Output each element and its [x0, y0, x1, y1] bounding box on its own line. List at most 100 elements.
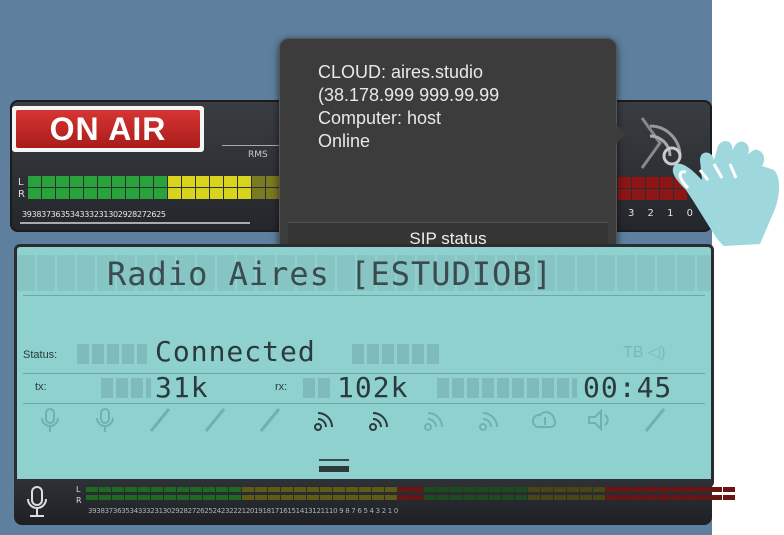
meter-segment	[307, 495, 319, 500]
meter-segment	[476, 495, 488, 500]
meter-segment	[70, 176, 83, 187]
meter-segment	[84, 188, 97, 199]
meter-segment	[252, 188, 265, 199]
meter-segment	[112, 188, 125, 199]
cloud-download-icon[interactable]	[530, 405, 560, 435]
pen-icon[interactable]	[640, 405, 670, 435]
meter-segment	[164, 487, 176, 492]
meter-segment	[177, 487, 189, 492]
meter-segment	[281, 495, 293, 500]
status-ghost-left	[77, 344, 147, 364]
speaker-icon[interactable]	[585, 405, 615, 435]
meter-segment	[385, 495, 397, 500]
meter-segment	[658, 487, 670, 492]
meter-underline	[20, 222, 250, 224]
meter-segment	[154, 176, 167, 187]
top-meter-scale: 393837363534333231302928272625	[22, 210, 166, 219]
meter-segment	[398, 495, 410, 500]
meter-segment	[242, 495, 254, 500]
meter-segment	[125, 487, 137, 492]
on-air-button[interactable]: ON AIR	[12, 106, 204, 152]
wifi-icon[interactable]	[365, 405, 395, 435]
meter-segment	[528, 487, 540, 492]
meter-segment	[84, 176, 97, 187]
lcd-indicator-block	[319, 466, 349, 472]
meter-segment	[346, 487, 358, 492]
mic-icon[interactable]	[90, 405, 120, 435]
lcd-icon-row	[35, 405, 695, 445]
status-ghost-right	[352, 344, 442, 364]
meter-segment	[190, 487, 202, 492]
meter-segment	[42, 188, 55, 199]
meter-segment	[216, 487, 228, 492]
meter-segment	[210, 188, 223, 199]
pen-icon[interactable]	[145, 405, 175, 435]
computer-line: Computer: host	[318, 108, 442, 128]
meter-segment	[294, 495, 306, 500]
meter-segment	[723, 487, 735, 492]
meter-segment	[138, 487, 150, 492]
meter-segment	[619, 487, 631, 492]
meter-segment	[684, 487, 696, 492]
status-value: Connected	[155, 335, 316, 368]
meter-segment	[476, 487, 488, 492]
mic-icon[interactable]	[35, 405, 65, 435]
meter-segment	[168, 176, 181, 187]
tooltip-text: CLOUD: aires.studio (38.178.999 999.99.9…	[318, 61, 499, 153]
cloud-line: CLOUD: aires.studio	[318, 62, 484, 82]
meter-segment	[541, 495, 553, 500]
meter-segment	[645, 487, 657, 492]
meter-segment	[606, 487, 618, 492]
pen-icon[interactable]	[200, 405, 230, 435]
meter-segment	[112, 495, 124, 500]
meter-segment	[618, 189, 631, 200]
meter-segment	[619, 495, 631, 500]
meter-segment	[632, 495, 644, 500]
pen-icon[interactable]	[255, 405, 285, 435]
meter-segment	[632, 189, 645, 200]
talkback-indicator: TB ◁)	[623, 342, 666, 362]
meter-segment	[424, 495, 436, 500]
meter-segment	[266, 188, 279, 199]
meter-segment	[252, 176, 265, 187]
left-channel-label: L	[18, 177, 24, 188]
meter-segment	[210, 176, 223, 187]
meter-segment	[164, 495, 176, 500]
meter-segment	[632, 487, 644, 492]
meter-segment	[502, 487, 514, 492]
meter-segment	[177, 495, 189, 500]
meter-segment	[56, 188, 69, 199]
microphone-icon[interactable]	[24, 485, 50, 519]
wifi-icon[interactable]	[475, 405, 505, 435]
ip-line: (38.178.999 999.99.99	[318, 85, 500, 105]
meter-segment	[224, 176, 237, 187]
bottom-meter-panel: L R 393837363534333231302928272625242322…	[14, 479, 735, 525]
meter-segment	[42, 176, 55, 187]
wifi-icon[interactable]	[420, 405, 450, 435]
speaker-icon: ◁)	[643, 344, 666, 361]
meter-segment	[398, 487, 410, 492]
bottom-meter-right	[86, 495, 735, 500]
on-air-label: ON AIR	[16, 110, 200, 148]
meter-segment	[112, 487, 124, 492]
online-line: Online	[318, 131, 371, 151]
timer-ghost	[437, 378, 577, 398]
tx-label: tx:	[35, 381, 47, 393]
meter-segment	[567, 487, 579, 492]
rms-label: RMS	[248, 150, 268, 160]
rms-divider	[222, 145, 282, 146]
right-channel-label: R	[18, 189, 25, 200]
bottom-right-label: R	[76, 496, 82, 505]
meter-segment	[216, 495, 228, 500]
meter-segment	[151, 495, 163, 500]
sip-status-tooltip: CLOUD: aires.studio (38.178.999 999.99.9…	[279, 38, 617, 262]
meter-segment	[502, 495, 514, 500]
meter-segment	[268, 487, 280, 492]
meter-segment	[528, 495, 540, 500]
meter-segment	[255, 495, 267, 500]
meter-segment	[489, 495, 501, 500]
wifi-icon[interactable]	[310, 405, 340, 435]
meter-segment	[70, 188, 83, 199]
meter-segment	[593, 487, 605, 492]
talkback-label: TB	[623, 344, 644, 361]
